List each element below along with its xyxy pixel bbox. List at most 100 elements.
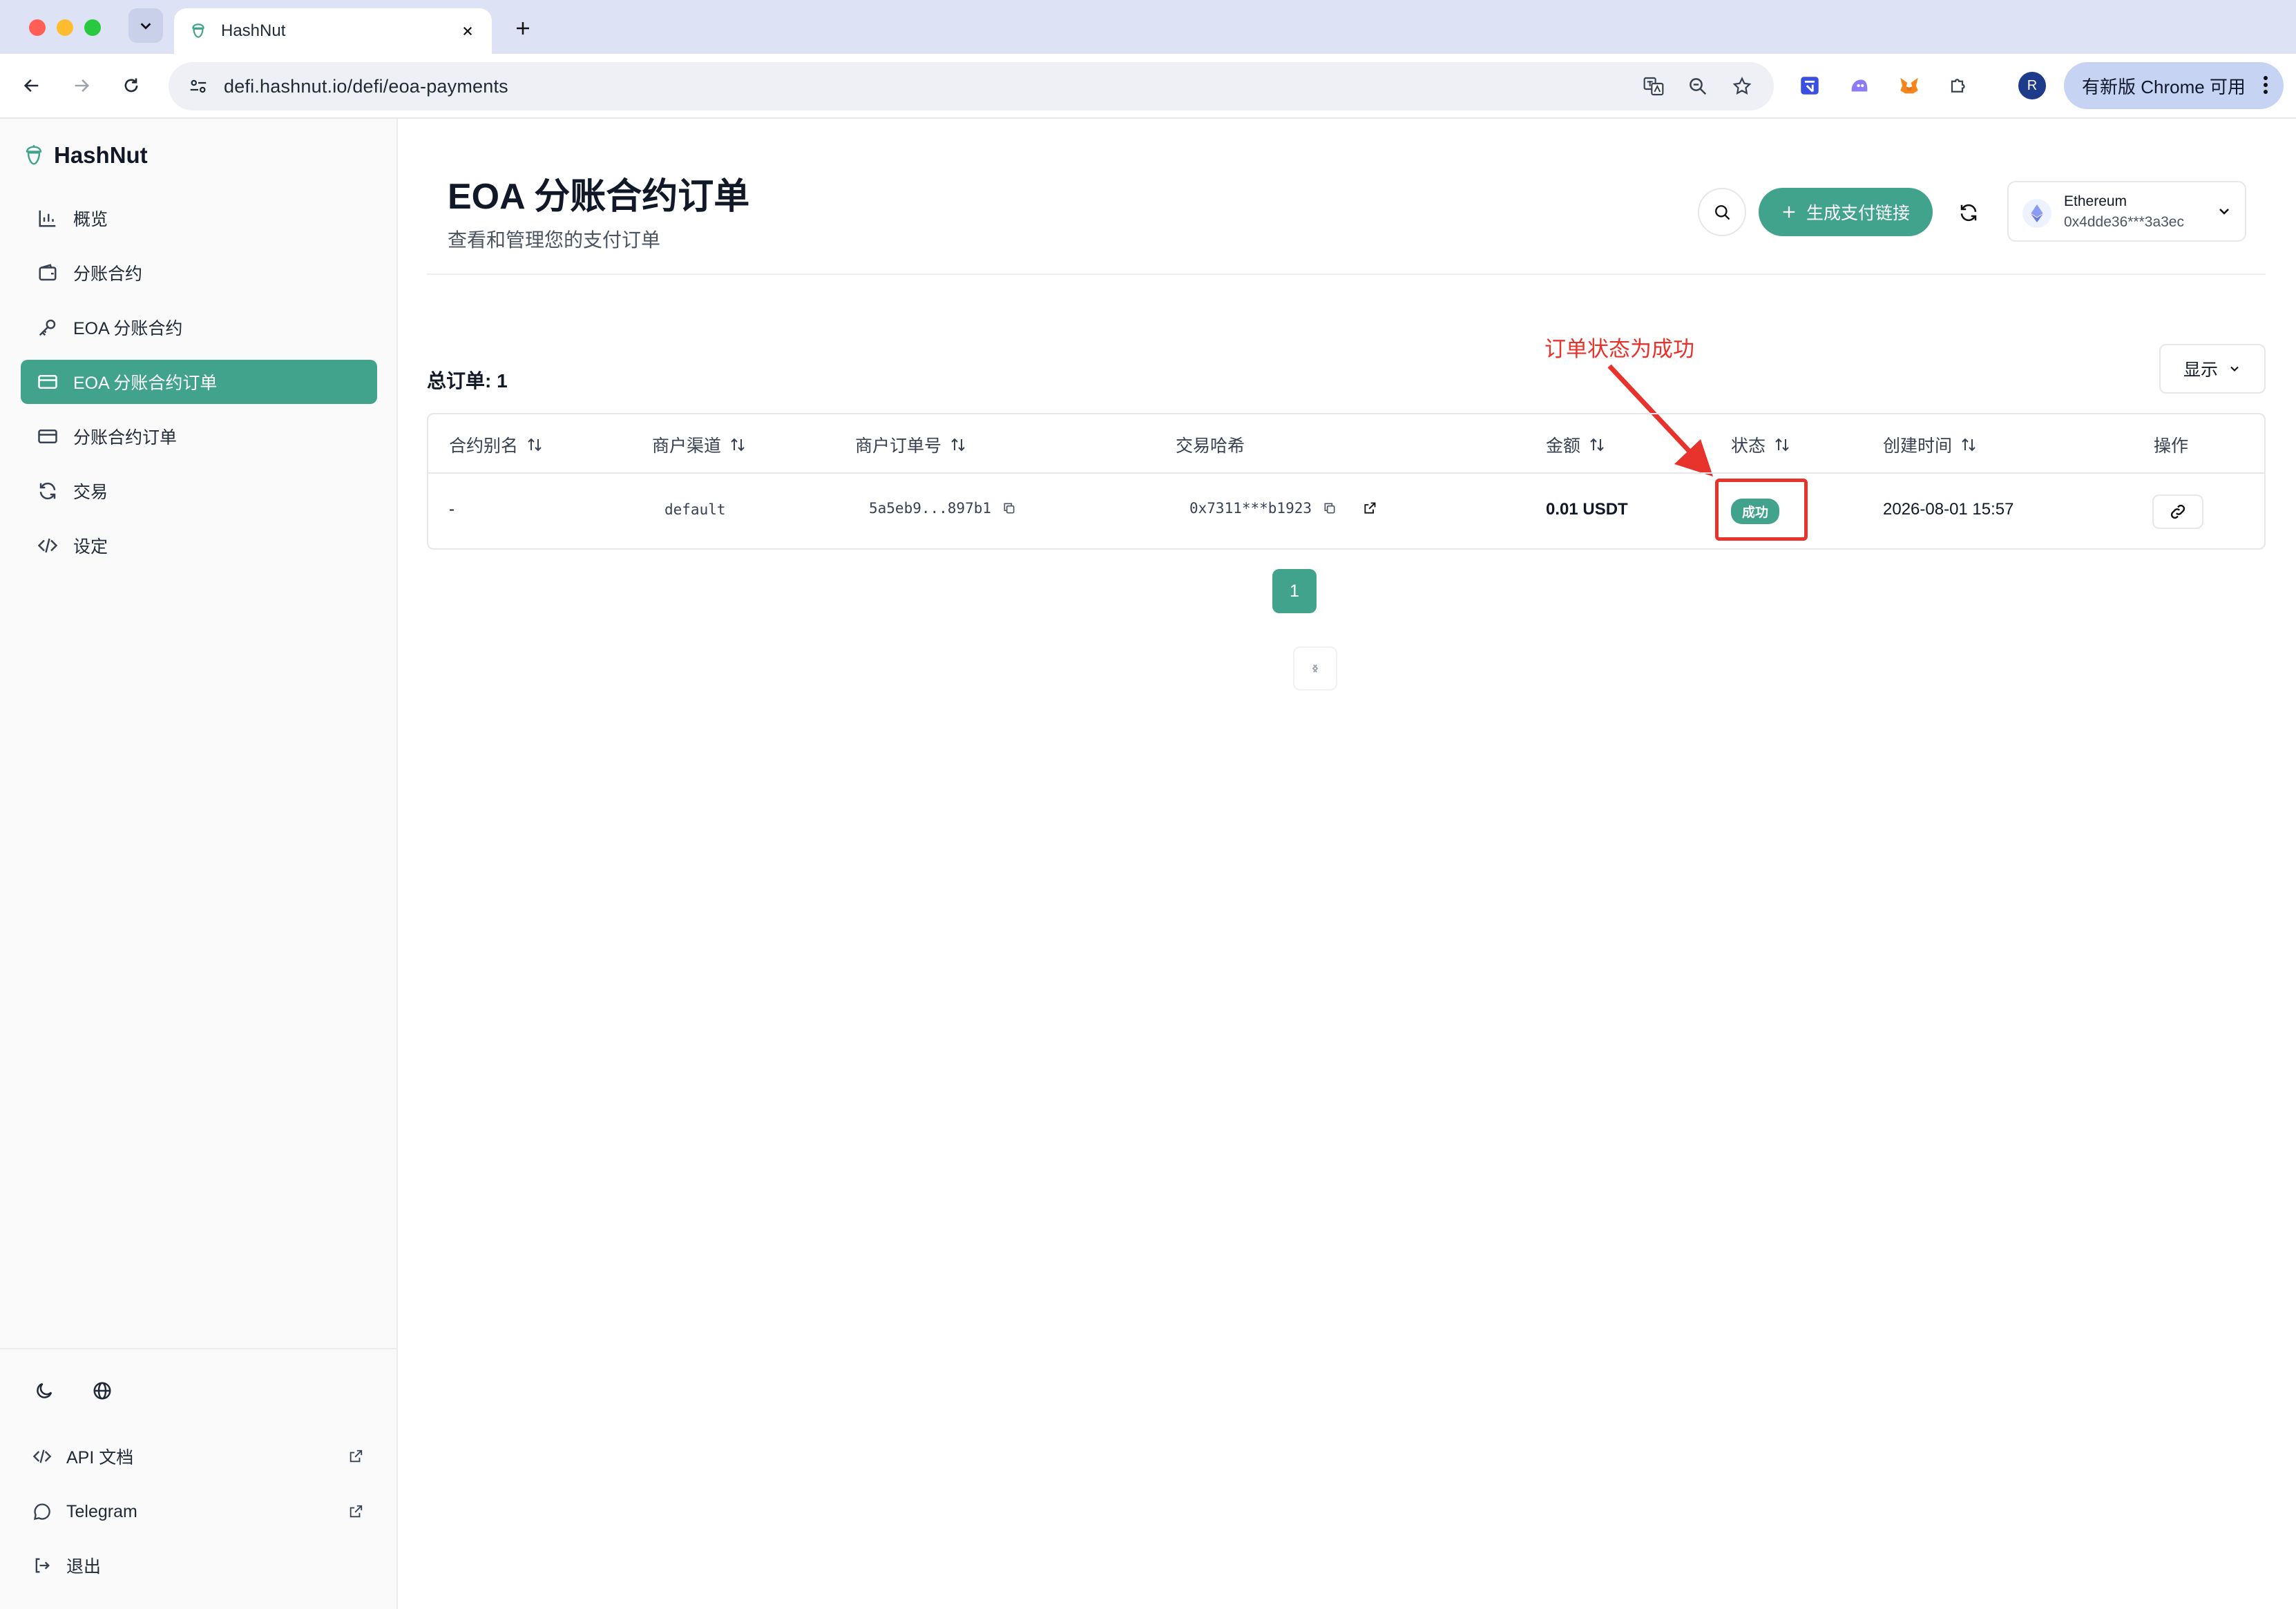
extension-purple-icon[interactable] <box>1844 70 1875 101</box>
browser-tab[interactable]: HashNut <box>174 8 492 54</box>
sidebar-divider <box>0 1348 396 1349</box>
column-label: 商户渠道 <box>652 436 722 456</box>
column-label: 操作 <box>2154 436 2189 456</box>
telegram-label: Telegram <box>66 1501 137 1521</box>
tab-title: HashNut <box>221 21 286 40</box>
refresh-icon <box>1958 202 1979 223</box>
cell-alias: - <box>449 500 455 519</box>
column-header-amount[interactable]: 金额 <box>1546 432 1605 457</box>
browser-toolbar: defi.hashnut.io/defi/eoa-payments R 有新版 … <box>0 54 2296 119</box>
copy-link-button[interactable] <box>2152 494 2203 529</box>
page-button[interactable]: 1 <box>1272 569 1317 613</box>
wallet-icon <box>35 260 61 286</box>
copy-icon[interactable] <box>1323 501 1337 515</box>
column-header-alias[interactable]: 合约别名 <box>449 432 543 457</box>
maximize-window-button[interactable] <box>84 19 101 36</box>
column-header-created[interactable]: 创建时间 <box>1883 432 1977 457</box>
sort-icon[interactable] <box>950 436 966 453</box>
chevron-down-icon <box>2228 362 2241 376</box>
sidebar-item-eoa-contracts[interactable]: EOA 分账合约 <box>21 305 377 349</box>
browser-tab-bar: HashNut <box>0 0 2296 54</box>
column-header-tx-hash: 交易哈希 <box>1176 432 1245 457</box>
sidebar-item-split-contracts[interactable]: 分账合约 <box>21 251 377 295</box>
tab-close-icon[interactable] <box>457 21 478 41</box>
annotation-text: 订单状态为成功 <box>1544 337 1694 361</box>
brand-logo[interactable]: HashNut <box>23 142 148 168</box>
sidebar-item-settings[interactable]: 设定 <box>21 523 377 568</box>
moon-icon[interactable] <box>30 1377 58 1405</box>
external-link-icon <box>345 1501 366 1522</box>
column-label: 金额 <box>1546 436 1581 456</box>
tab-list-button[interactable] <box>128 8 163 43</box>
ethereum-icon <box>2022 199 2051 228</box>
column-label: 创建时间 <box>1883 436 1953 456</box>
sidebar-item-label: 分账合约订单 <box>73 428 178 447</box>
column-label: 状态 <box>1731 436 1766 456</box>
refresh-icon <box>35 478 61 504</box>
cell-tx-hash: 0x7311***b1923 <box>1189 500 1377 517</box>
wallet-selector[interactable]: Ethereum 0x4dde36***3a3ec <box>2007 181 2246 242</box>
cell-channel: default <box>664 501 726 518</box>
sidebar-item-label: EOA 分账合约订单 <box>73 374 218 393</box>
column-header-status[interactable]: 状态 <box>1731 432 1790 457</box>
url-text[interactable]: defi.hashnut.io/defi/eoa-payments <box>224 76 508 97</box>
order-no-text: 5a5eb9...897b1 <box>869 500 992 517</box>
sidebar-item-transactions[interactable]: 交易 <box>21 469 377 513</box>
display-columns-button[interactable]: 显示 <box>2159 344 2266 394</box>
plus-icon <box>1781 204 1797 220</box>
extensions-puzzle-icon[interactable] <box>1944 70 1974 101</box>
column-header-channel[interactable]: 商户渠道 <box>652 432 746 457</box>
sort-icon[interactable] <box>1774 436 1790 453</box>
chevron-down-icon <box>2216 203 2232 220</box>
close-window-button[interactable] <box>29 19 46 36</box>
sort-icon[interactable] <box>729 436 746 453</box>
column-header-order-no[interactable]: 商户订单号 <box>855 432 966 457</box>
telegram-link[interactable]: Telegram <box>30 1494 366 1529</box>
sort-icon[interactable] <box>1589 436 1605 453</box>
forward-arrow-icon[interactable] <box>66 70 97 101</box>
chrome-update-button[interactable]: 有新版 Chrome 可用 <box>2064 62 2284 109</box>
page-title: EOA 分账合约订单 <box>448 177 750 217</box>
code-icon <box>35 532 61 559</box>
wallet-address: 0x4dde36***3a3ec <box>2064 214 2184 230</box>
column-label: 交易哈希 <box>1176 436 1245 456</box>
reload-icon[interactable] <box>116 70 146 101</box>
address-bar[interactable]: defi.hashnut.io/defi/eoa-payments <box>169 62 1774 110</box>
status-highlight-box <box>1715 479 1808 541</box>
back-arrow-icon[interactable] <box>17 70 47 101</box>
sidebar-item-label: 交易 <box>73 483 108 502</box>
total-orders: 总订单: 1 <box>427 370 508 392</box>
external-link-icon[interactable] <box>1363 501 1377 515</box>
zoom-icon[interactable] <box>1683 71 1713 102</box>
sidebar-item-split-orders[interactable]: 分账合约订单 <box>21 414 377 459</box>
generate-label: 生成支付链接 <box>1806 204 1910 223</box>
refresh-button[interactable] <box>1953 197 1984 228</box>
next-page-button[interactable] <box>1293 646 1337 691</box>
profile-avatar[interactable]: R <box>2018 72 2046 99</box>
more-vertical-icon[interactable] <box>2263 75 2268 95</box>
logout-link[interactable]: 退出 <box>30 1548 366 1583</box>
bookmark-star-icon[interactable] <box>1727 71 1757 102</box>
site-settings-icon[interactable] <box>188 76 209 97</box>
sidebar-utility-icons <box>30 1377 116 1405</box>
sidebar-item-label: EOA 分账合约 <box>73 319 183 338</box>
external-link-icon <box>345 1446 366 1467</box>
code-icon <box>30 1445 54 1468</box>
sidebar-item-eoa-orders[interactable]: EOA 分账合约订单 <box>21 360 377 404</box>
extension-blue-icon[interactable] <box>1795 70 1825 101</box>
sort-icon[interactable] <box>526 436 543 453</box>
copy-icon[interactable] <box>1002 501 1016 515</box>
wallet-network: Ethereum <box>2064 193 2127 209</box>
hashnut-favicon-icon <box>189 22 207 40</box>
api-docs-link[interactable]: API 文档 <box>30 1439 366 1474</box>
search-button[interactable] <box>1698 188 1746 236</box>
sidebar-item-overview[interactable]: 概览 <box>21 196 377 240</box>
minimize-window-button[interactable] <box>57 19 73 36</box>
page-subtitle: 查看和管理您的支付订单 <box>448 229 661 251</box>
translate-icon[interactable] <box>1638 71 1669 102</box>
new-tab-button[interactable] <box>511 17 535 40</box>
sort-icon[interactable] <box>1960 436 1977 453</box>
generate-payment-link-button[interactable]: 生成支付链接 <box>1759 188 1933 236</box>
globe-icon[interactable] <box>88 1377 116 1405</box>
metamask-fox-icon[interactable] <box>1894 70 1924 101</box>
